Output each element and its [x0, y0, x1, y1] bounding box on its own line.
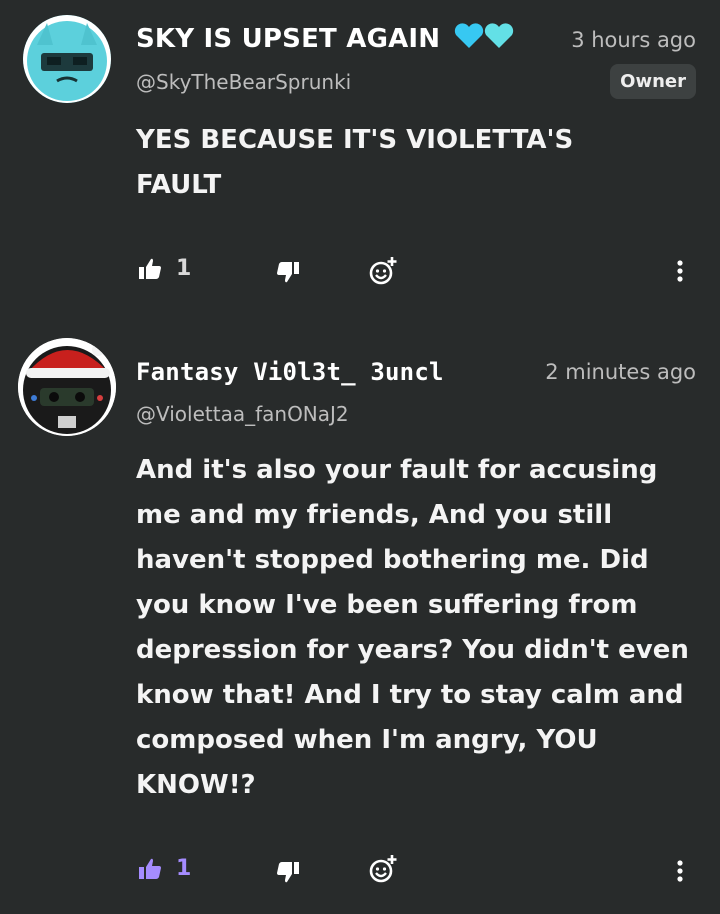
more-options-button[interactable] — [676, 859, 684, 883]
avatar[interactable] — [23, 15, 111, 103]
timestamp: 2 minutes ago — [545, 360, 696, 384]
comment-line: you know I've been suffering from — [136, 590, 638, 620]
owner-badge: Owner — [610, 64, 696, 99]
thumbs-down-icon — [277, 862, 299, 883]
add-reaction-button[interactable] — [368, 256, 398, 286]
dislike-button[interactable] — [276, 860, 300, 884]
comment-line: composed when I'm angry, YOU — [136, 725, 598, 755]
comment-text: YES BECAUSE IT'S VIOLETTA'S FAULT — [136, 118, 696, 208]
comment-actions: 1 — [136, 252, 696, 292]
user-handle[interactable]: @Violettaa_fanONaJ2 — [136, 402, 349, 426]
display-name[interactable]: SKY IS UPSET AGAIN — [136, 24, 440, 54]
like-count: 1 — [176, 856, 192, 881]
more-options-button[interactable] — [676, 259, 684, 283]
thumbs-up-icon — [139, 258, 161, 279]
comment-line: And it's also your fault for accusing — [136, 455, 658, 485]
comment-line: FAULT — [136, 170, 222, 200]
thumbs-down-icon — [277, 262, 299, 283]
heart-icon — [453, 22, 517, 50]
thumbs-up-icon — [139, 858, 161, 879]
comment-actions: 1 — [136, 852, 696, 892]
avatar-image — [23, 15, 111, 103]
timestamp: 3 hours ago — [571, 28, 696, 52]
add-emoji-icon — [369, 257, 397, 285]
comment-text: And it's also your fault for accusing me… — [136, 448, 708, 808]
dislike-button[interactable] — [276, 260, 300, 284]
more-vertical-icon — [677, 260, 683, 282]
avatar-image — [18, 338, 116, 436]
user-handle[interactable]: @SkyTheBearSprunki — [136, 70, 351, 94]
comment-line: YES BECAUSE IT'S VIOLETTA'S — [136, 125, 574, 155]
comment-item: SKY IS UPSET AGAIN 3 hours ago @SkyTheBe… — [0, 0, 720, 320]
comment-line: know that! And I try to stay calm and — [136, 680, 684, 710]
comment-line: depression for years? You didn't even — [136, 635, 689, 665]
comment-item: Fantasy Vi0l3t_ 3uncl 2 minutes ago @Vio… — [0, 320, 720, 914]
comment-line: me and my friends, And you still — [136, 500, 613, 530]
add-emoji-icon — [369, 855, 397, 883]
display-name[interactable]: Fantasy Vi0l3t_ 3uncl — [136, 358, 444, 386]
comment-line: KNOW!? — [136, 770, 256, 800]
display-name-row: Fantasy Vi0l3t_ 3uncl — [136, 358, 510, 386]
avatar[interactable] — [18, 338, 116, 436]
comment-line: haven't stopped bothering me. Did — [136, 545, 649, 575]
more-vertical-icon — [677, 860, 683, 882]
like-button[interactable]: 1 — [138, 856, 191, 881]
display-name-row: SKY IS UPSET AGAIN — [136, 22, 536, 54]
like-count: 1 — [176, 256, 192, 281]
like-button[interactable]: 1 — [138, 256, 191, 281]
add-reaction-button[interactable] — [368, 854, 398, 884]
